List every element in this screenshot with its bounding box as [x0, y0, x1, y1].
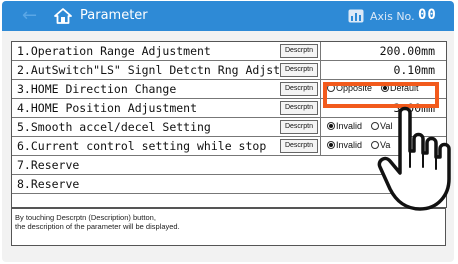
descrptn-button[interactable]: Descrptn	[280, 101, 318, 115]
message-line-1: By touching Descrptn (Description) butto…	[15, 213, 156, 222]
descrptn-button[interactable]: Descrptn	[280, 120, 318, 134]
param-name: 7.Reserve	[17, 158, 80, 172]
back-arrow-icon[interactable]: ←	[22, 5, 37, 27]
param-row-1: 1.Operation Range Adjustment Descrptn 20…	[12, 42, 446, 61]
axis-icon	[348, 9, 364, 23]
param-name: 4.HOME Position Adjustment	[17, 101, 198, 115]
page-title: Parameter	[80, 8, 148, 23]
param-value: 200.00mm	[379, 44, 435, 58]
param-value: 0.10mm	[393, 63, 435, 77]
descrptn-button[interactable]: Descrptn	[280, 139, 318, 153]
param-value-cell[interactable]: 0.10mm	[320, 61, 447, 79]
param-name: 2.AutSwitch"LS" Signl Detctn Rng Adjst	[17, 63, 281, 77]
descrptn-button[interactable]: Descrptn	[280, 82, 318, 96]
radio-invalid[interactable]: Invalid	[327, 140, 362, 150]
param-name: 8.Reserve	[17, 177, 80, 191]
parameter-screen: ← Parameter Axis No. 00 1.Operation Rang…	[2, 1, 454, 262]
param-name: 3.HOME Direction Change	[17, 82, 177, 96]
param-name: 5.Smooth accel/decel Setting	[17, 120, 211, 134]
axis-number: 00	[418, 7, 437, 23]
radio-invalid[interactable]: Invalid	[327, 121, 362, 131]
param-name: 6.Current control setting while stop	[17, 139, 267, 153]
param-name: 1.Operation Range Adjustment	[17, 44, 211, 58]
descrptn-button[interactable]: Descrptn	[280, 44, 318, 58]
radio-selected-icon	[327, 122, 335, 130]
axis-label: Axis No.	[370, 10, 415, 23]
descrptn-button[interactable]: Descrptn	[280, 63, 318, 77]
radio-selected-icon	[327, 141, 335, 149]
message-line-2: the description of the parameter will be…	[15, 222, 180, 231]
param-value-cell[interactable]: 200.00mm	[320, 42, 447, 60]
param-row-2: 2.AutSwitch"LS" Signl Detctn Rng Adjst D…	[12, 61, 446, 80]
header-bar: ← Parameter Axis No. 00	[2, 1, 454, 31]
home-icon[interactable]	[54, 7, 72, 25]
pointing-hand-icon	[377, 106, 451, 211]
